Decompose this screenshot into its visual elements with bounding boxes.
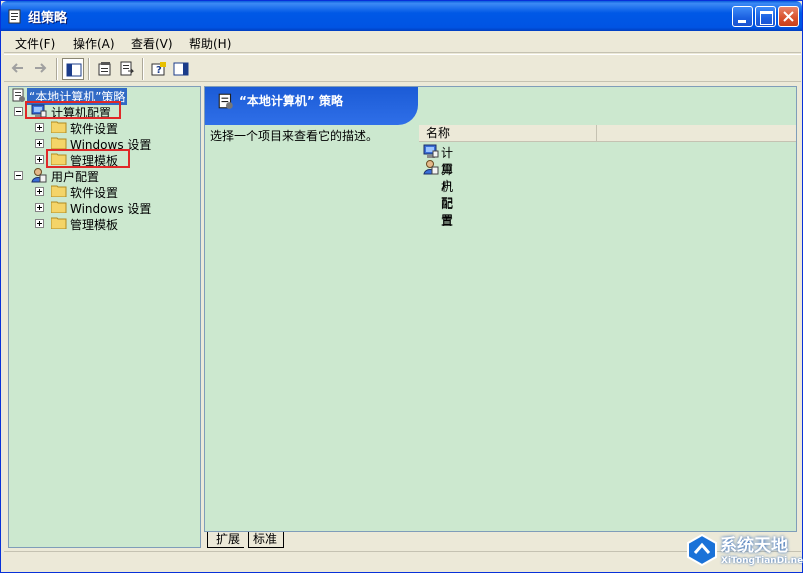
highlight-box (25, 101, 121, 119)
details-banner: “本地计算机” 策略 (205, 87, 418, 125)
group-policy-window: 组策略 文件(F) 操作(A) 查看(V) 帮助(H) ? “本地计算机”策略 … (0, 0, 803, 573)
console-tree: “本地计算机”策略 计算机配置 软件设置 Windows 设置 管理模板 用户配… (8, 86, 201, 548)
user-icon (423, 160, 439, 175)
computer-icon (423, 144, 439, 158)
policy-icon (8, 9, 21, 24)
expand-toggle[interactable] (35, 123, 44, 132)
user-icon (31, 168, 47, 183)
action-pane-icon (173, 62, 189, 76)
menu-action[interactable]: 操作(A) (73, 35, 115, 52)
export-list-button[interactable] (116, 58, 138, 80)
help-button[interactable]: ? (148, 58, 170, 80)
tree-label: 用户配置 (51, 170, 100, 184)
column-header-name[interactable]: 名称 (419, 125, 597, 142)
tab-standard[interactable]: 标准 (248, 532, 285, 548)
list-item-label: 用户配置 (441, 162, 454, 227)
close-button[interactable] (778, 6, 799, 27)
expand-toggle[interactable] (35, 203, 44, 212)
folder-icon (51, 201, 67, 213)
tree-label: Windows 设置 (70, 202, 152, 216)
window-title: 组策略 (28, 11, 68, 26)
minimize-button[interactable] (732, 6, 753, 27)
highlight-box (46, 149, 130, 168)
menu-bar: 文件(F) 操作(A) 查看(V) 帮助(H) (4, 31, 801, 53)
expand-toggle[interactable] (35, 219, 44, 228)
menu-view[interactable]: 查看(V) (131, 35, 173, 52)
menu-file[interactable]: 文件(F) (15, 35, 55, 52)
collapse-toggle[interactable] (14, 107, 23, 116)
menu-help[interactable]: 帮助(H) (189, 35, 231, 52)
forward-arrow-icon (35, 63, 47, 73)
expand-toggle[interactable] (35, 187, 44, 196)
toolbar-separator (56, 58, 58, 80)
folder-icon (51, 121, 67, 133)
properties-button[interactable] (94, 58, 116, 80)
maximize-button[interactable] (755, 6, 776, 27)
collapse-toggle[interactable] (14, 171, 23, 180)
folder-icon (51, 137, 67, 149)
list-header: 名称 (419, 125, 796, 142)
back-button[interactable] (8, 58, 30, 80)
policy-icon (218, 93, 233, 109)
export-list-icon (120, 61, 135, 76)
watermark-title: 系统天地 (720, 536, 788, 556)
show-hide-action-pane-button[interactable] (170, 58, 192, 80)
expand-toggle[interactable] (35, 139, 44, 148)
description-text: 选择一个项目来查看它的描述。 (210, 129, 379, 143)
toolbar-separator (142, 58, 144, 80)
toolbar: ? (4, 54, 801, 82)
tree-label: 管理模板 (70, 218, 119, 232)
watermark-logo-icon (687, 533, 717, 567)
expand-toggle[interactable] (35, 155, 44, 164)
tab-extended[interactable]: 扩展 (207, 532, 245, 548)
banner-title: “本地计算机” 策略 (239, 94, 343, 108)
status-bar (4, 551, 801, 571)
title-bar[interactable]: 组策略 (1, 1, 802, 31)
close-icon (783, 11, 794, 22)
toolbar-separator (88, 58, 90, 80)
back-arrow-icon (11, 63, 23, 73)
console-tree-icon (66, 63, 82, 77)
properties-icon (98, 62, 111, 76)
details-pane: “本地计算机” 策略 选择一个项目来查看它的描述。 名称 计算机配置 用户配置 (204, 86, 797, 532)
forward-button[interactable] (30, 58, 52, 80)
watermark: 系统天地 XiTongTianDi.net (684, 529, 803, 573)
watermark-url: XiTongTianDi.net (721, 556, 803, 566)
tree-label: 软件设置 (70, 186, 119, 200)
folder-icon (51, 185, 67, 197)
help-icon: ? (151, 62, 166, 76)
folder-icon (51, 217, 67, 229)
tree-label: 软件设置 (70, 122, 119, 136)
show-hide-tree-button[interactable] (62, 58, 84, 80)
